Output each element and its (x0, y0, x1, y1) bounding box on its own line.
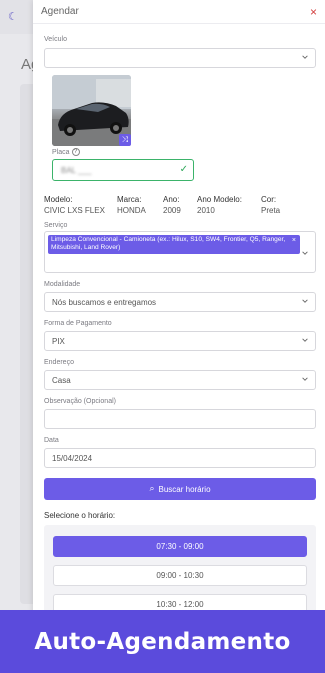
modal-title: Agendar (41, 6, 79, 17)
pagamento-label: Forma de Pagamento (44, 320, 112, 327)
placa-label: Placa ? (52, 148, 80, 156)
endereco-select[interactable]: Casa (44, 370, 316, 390)
time-slot[interactable]: 09:00 - 10:30 (53, 565, 307, 586)
close-icon[interactable]: × (310, 6, 317, 18)
spec-ano: Ano: 2009 (163, 195, 181, 215)
search-time-label: Buscar horário (158, 484, 211, 494)
spec-key: Marca: (117, 195, 142, 204)
spec-cor: Cor: Preta (261, 195, 280, 215)
spec-key: Ano: (163, 195, 180, 204)
time-slot-selected[interactable]: 07:30 - 09:00 (53, 536, 307, 557)
banner-text: Auto-Agendamento (34, 628, 291, 655)
spec-key: Modelo: (44, 195, 73, 204)
endereco-value: Casa (52, 375, 71, 385)
chevron-down-icon (302, 55, 308, 59)
spec-modelo: Modelo: CIVIC LXS FLEX (44, 195, 105, 215)
search-icon: ⌕ (149, 484, 155, 494)
spec-ano-modelo: Ano Modelo: 2010 (197, 195, 242, 215)
modalidade-value: Nós buscamos e entregamos (52, 297, 157, 307)
vehicle-select[interactable] (44, 48, 316, 68)
observacao-input[interactable] (44, 409, 316, 429)
spec-marca: Marca: HONDA (117, 195, 146, 215)
pagamento-select[interactable]: PIX (44, 331, 316, 351)
data-label: Data (44, 437, 59, 444)
spec-value: 2009 (163, 206, 181, 215)
moon-icon[interactable]: ☾ (8, 10, 20, 23)
check-icon: ✓ (179, 164, 188, 175)
service-label: Serviço (44, 222, 68, 229)
date-input[interactable]: 15/04/2024 (44, 448, 316, 468)
service-tag-text: Limpeza Convencional - Camioneta (ex.: H… (51, 236, 286, 251)
shuffle-icon[interactable]: ⤨ (119, 134, 131, 146)
help-icon[interactable]: ? (71, 148, 80, 156)
chevron-down-icon (302, 377, 308, 381)
spec-value: Preta (261, 206, 281, 215)
spec-value: CIVIC LXS FLEX (44, 206, 105, 215)
chevron-down-icon (302, 251, 308, 255)
placa-value: BAL ___ (61, 165, 92, 175)
vehicle-label: Veículo (44, 36, 67, 43)
remove-tag-icon[interactable]: × (292, 237, 296, 245)
time-section-title: Selecione o horário: (44, 511, 116, 520)
spec-value: 2010 (197, 206, 215, 215)
modal-header: Agendar × (33, 0, 325, 24)
modalidade-select[interactable]: Nós buscamos e entregamos (44, 292, 316, 312)
chevron-down-icon (302, 338, 308, 342)
pagamento-value: PIX (52, 336, 65, 346)
service-tag: Limpeza Convencional - Camioneta (ex.: H… (48, 235, 300, 254)
service-select[interactable]: Limpeza Convencional - Camioneta (ex.: H… (44, 231, 316, 273)
spec-value: HONDA (117, 206, 146, 215)
spec-key: Ano Modelo: (197, 195, 242, 204)
promo-banner: Auto-Agendamento (0, 610, 325, 673)
chevron-down-icon (302, 299, 308, 303)
spec-key: Cor: (261, 195, 277, 204)
search-time-button[interactable]: ⌕ Buscar horário (44, 478, 316, 500)
placa-input[interactable]: BAL ___ ✓ (52, 159, 194, 181)
modalidade-label: Modalidade (44, 281, 81, 288)
observacao-label: Observação (Opcional) (44, 398, 116, 405)
schedule-modal: Agendar × Veículo ⤨ Placa ? BAL ___ ✓ Mo… (33, 0, 325, 673)
placa-label-text: Placa (52, 148, 70, 156)
endereco-label: Endereço (44, 359, 74, 366)
